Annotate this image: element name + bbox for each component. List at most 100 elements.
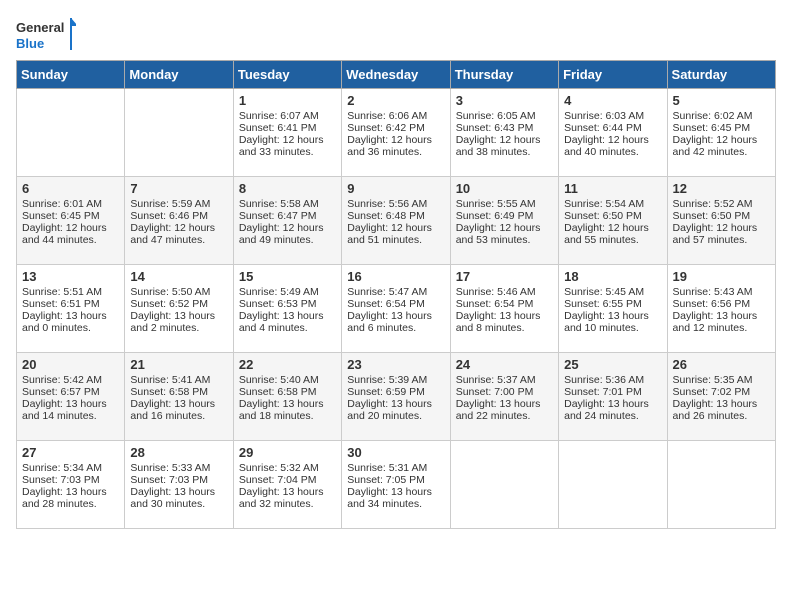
day-info: Sunset: 6:54 PM xyxy=(347,298,444,310)
day-info: Daylight: 13 hours and 18 minutes. xyxy=(239,398,336,422)
calendar-cell: 4Sunrise: 6:03 AMSunset: 6:44 PMDaylight… xyxy=(559,89,667,177)
day-number: 2 xyxy=(347,93,444,108)
day-info: Sunrise: 5:39 AM xyxy=(347,374,444,386)
day-info: Sunrise: 5:49 AM xyxy=(239,286,336,298)
calendar-cell: 5Sunrise: 6:02 AMSunset: 6:45 PMDaylight… xyxy=(667,89,775,177)
day-info: Daylight: 13 hours and 16 minutes. xyxy=(130,398,227,422)
day-info: Daylight: 13 hours and 14 minutes. xyxy=(22,398,119,422)
day-info: Daylight: 13 hours and 34 minutes. xyxy=(347,486,444,510)
calendar-cell: 21 Sunrise: 5:41 AMSunset: 6:58 PMDayligh… xyxy=(125,353,233,441)
day-info: Sunrise: 5:33 AM xyxy=(130,462,227,474)
calendar-cell: 17Sunrise: 5:46 AMSunset: 6:54 PMDayligh… xyxy=(450,265,558,353)
day-number: 10 xyxy=(456,181,553,196)
day-info: Daylight: 12 hours and 53 minutes. xyxy=(456,222,553,246)
day-info: Sunrise: 5:59 AM xyxy=(130,198,227,210)
day-info: Sunset: 6:58 PM xyxy=(130,386,227,398)
calendar-cell: 24Sunrise: 5:37 AMSunset: 7:00 PMDayligh… xyxy=(450,353,558,441)
day-info: Sunrise: 5:31 AM xyxy=(347,462,444,474)
day-info: Daylight: 13 hours and 10 minutes. xyxy=(564,310,661,334)
day-info: Daylight: 13 hours and 0 minutes. xyxy=(22,310,119,334)
day-info: Sunrise: 5:45 AM xyxy=(564,286,661,298)
day-info: Sunset: 6:42 PM xyxy=(347,122,444,134)
day-info: Daylight: 13 hours and 28 minutes. xyxy=(22,486,119,510)
day-info: Sunrise: 6:01 AM xyxy=(22,198,119,210)
day-info: Sunrise: 5:55 AM xyxy=(456,198,553,210)
day-info: Sunset: 6:44 PM xyxy=(564,122,661,134)
day-number: 19 xyxy=(673,269,770,284)
calendar-cell: 28Sunrise: 5:33 AMSunset: 7:03 PMDayligh… xyxy=(125,441,233,529)
day-number: 22 xyxy=(239,357,336,372)
calendar-cell: 1Sunrise: 6:07 AMSunset: 6:41 PMDaylight… xyxy=(233,89,341,177)
calendar-cell: 2Sunrise: 6:06 AMSunset: 6:42 PMDaylight… xyxy=(342,89,450,177)
calendar-cell: 18Sunrise: 5:45 AMSunset: 6:55 PMDayligh… xyxy=(559,265,667,353)
day-info: Sunset: 7:03 PM xyxy=(130,474,227,486)
day-info: Sunset: 7:03 PM xyxy=(22,474,119,486)
day-info: Sunrise: 5:56 AM xyxy=(347,198,444,210)
weekday-header: Saturday xyxy=(667,61,775,89)
day-info: Daylight: 12 hours and 57 minutes. xyxy=(673,222,770,246)
day-info: Sunrise: 5:35 AM xyxy=(673,374,770,386)
day-info: Sunset: 6:57 PM xyxy=(22,386,119,398)
day-number: 21 xyxy=(130,357,227,372)
day-info: Daylight: 12 hours and 42 minutes. xyxy=(673,134,770,158)
weekday-header: Tuesday xyxy=(233,61,341,89)
calendar-cell: 13Sunrise: 5:51 AMSunset: 6:51 PMDayligh… xyxy=(17,265,125,353)
day-info: Sunrise: 5:46 AM xyxy=(456,286,553,298)
day-info: Daylight: 13 hours and 4 minutes. xyxy=(239,310,336,334)
day-number: 29 xyxy=(239,445,336,460)
calendar-cell: 29Sunrise: 5:32 AMSunset: 7:04 PMDayligh… xyxy=(233,441,341,529)
weekday-header: Wednesday xyxy=(342,61,450,89)
calendar-week-row: 27Sunrise: 5:34 AMSunset: 7:03 PMDayligh… xyxy=(17,441,776,529)
calendar-cell xyxy=(450,441,558,529)
day-info: Daylight: 13 hours and 24 minutes. xyxy=(564,398,661,422)
day-info: Sunset: 6:58 PM xyxy=(239,386,336,398)
calendar-cell: 10Sunrise: 5:55 AMSunset: 6:49 PMDayligh… xyxy=(450,177,558,265)
day-info: Sunrise: 5:42 AM xyxy=(22,374,119,386)
weekday-header-row: SundayMondayTuesdayWednesdayThursdayFrid… xyxy=(17,61,776,89)
calendar-cell: 30Sunrise: 5:31 AMSunset: 7:05 PMDayligh… xyxy=(342,441,450,529)
day-info: Daylight: 13 hours and 6 minutes. xyxy=(347,310,444,334)
day-info: Sunrise: 6:05 AM xyxy=(456,110,553,122)
day-info: Daylight: 12 hours and 33 minutes. xyxy=(239,134,336,158)
weekday-header: Thursday xyxy=(450,61,558,89)
calendar-cell: 7Sunrise: 5:59 AMSunset: 6:46 PMDaylight… xyxy=(125,177,233,265)
day-info: Sunrise: 5:41 AM xyxy=(130,374,227,386)
day-number: 28 xyxy=(130,445,227,460)
calendar-week-row: 1Sunrise: 6:07 AMSunset: 6:41 PMDaylight… xyxy=(17,89,776,177)
day-info: Sunset: 6:46 PM xyxy=(130,210,227,222)
day-info: Daylight: 12 hours and 40 minutes. xyxy=(564,134,661,158)
day-info: Daylight: 12 hours and 44 minutes. xyxy=(22,222,119,246)
day-info: Sunrise: 5:43 AM xyxy=(673,286,770,298)
calendar-cell: 9Sunrise: 5:56 AMSunset: 6:48 PMDaylight… xyxy=(342,177,450,265)
day-number: 1 xyxy=(239,93,336,108)
day-info: Sunset: 7:05 PM xyxy=(347,474,444,486)
day-info: Daylight: 13 hours and 22 minutes. xyxy=(456,398,553,422)
day-number: 27 xyxy=(22,445,119,460)
day-info: Sunset: 6:43 PM xyxy=(456,122,553,134)
calendar-cell: 11Sunrise: 5:54 AMSunset: 6:50 PMDayligh… xyxy=(559,177,667,265)
day-info: Sunrise: 5:36 AM xyxy=(564,374,661,386)
day-number: 6 xyxy=(22,181,119,196)
day-number: 4 xyxy=(564,93,661,108)
day-number: 12 xyxy=(673,181,770,196)
day-info: Sunset: 6:50 PM xyxy=(564,210,661,222)
day-number: 23 xyxy=(347,357,444,372)
logo-svg: General Blue xyxy=(16,16,76,52)
day-number: 25 xyxy=(564,357,661,372)
svg-text:Blue: Blue xyxy=(16,36,44,51)
calendar-cell: 26Sunrise: 5:35 AMSunset: 7:02 PMDayligh… xyxy=(667,353,775,441)
day-info: Sunset: 6:47 PM xyxy=(239,210,336,222)
day-info: Sunset: 7:02 PM xyxy=(673,386,770,398)
day-number: 9 xyxy=(347,181,444,196)
day-number: 18 xyxy=(564,269,661,284)
calendar-cell: 8Sunrise: 5:58 AMSunset: 6:47 PMDaylight… xyxy=(233,177,341,265)
day-info: Sunset: 6:53 PM xyxy=(239,298,336,310)
day-info: Sunrise: 6:07 AM xyxy=(239,110,336,122)
day-info: Sunrise: 5:54 AM xyxy=(564,198,661,210)
svg-text:General: General xyxy=(16,20,64,35)
day-info: Sunrise: 5:58 AM xyxy=(239,198,336,210)
calendar-cell xyxy=(667,441,775,529)
calendar-cell: 19Sunrise: 5:43 AMSunset: 6:56 PMDayligh… xyxy=(667,265,775,353)
day-info: Sunset: 6:56 PM xyxy=(673,298,770,310)
calendar-cell: 22Sunrise: 5:40 AMSunset: 6:58 PMDayligh… xyxy=(233,353,341,441)
